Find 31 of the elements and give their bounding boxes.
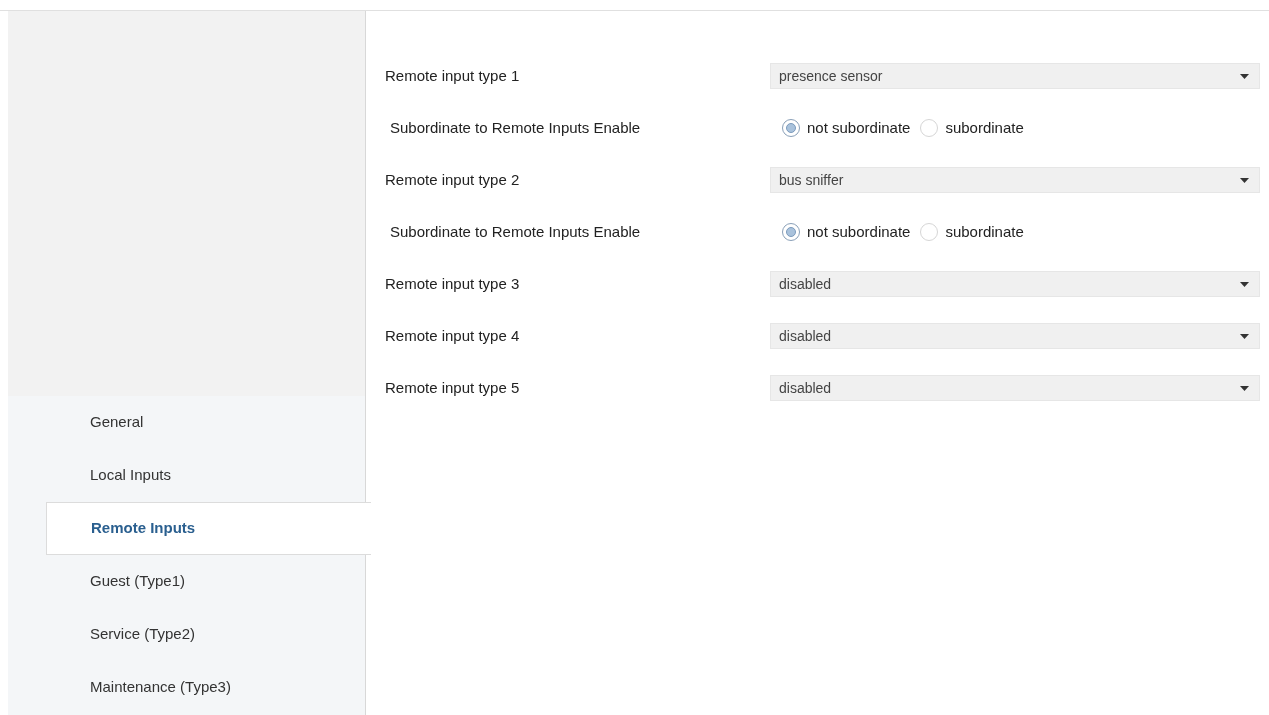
radio-button[interactable] — [920, 119, 939, 137]
dropdown[interactable]: disabled — [770, 375, 1260, 401]
parameter-label: Remote input type 5 — [385, 377, 521, 398]
radio-button[interactable] — [782, 223, 800, 241]
parameter-label: Subordinate to Remote Inputs Enable — [389, 117, 642, 138]
dropdown[interactable]: disabled — [770, 323, 1260, 349]
sidebar-item[interactable]: Service (Type2) — [8, 608, 365, 661]
radio-option[interactable]: subordinate — [920, 116, 1024, 140]
parameter-label: Remote input type 3 — [385, 273, 521, 294]
radio-option[interactable]: subordinate — [920, 220, 1024, 244]
parameter-label: Remote input type 2 — [385, 169, 521, 190]
caret-icon — [1240, 73, 1249, 79]
sidebar-item[interactable]: Local Inputs — [8, 449, 365, 502]
caret-icon — [1240, 385, 1249, 391]
caret-icon — [1240, 281, 1249, 287]
sidebar-item[interactable]: Maintenance (Type3) — [8, 661, 365, 714]
dropdown[interactable]: presence sensor — [770, 63, 1260, 89]
sidebar-item[interactable]: Remote Inputs — [46, 502, 371, 555]
parameter-label: Subordinate to Remote Inputs Enable — [389, 221, 642, 242]
parameter-label: Remote input type 4 — [385, 325, 521, 346]
sidebar-item[interactable]: General — [8, 396, 365, 449]
radio-option[interactable]: not subordinate — [782, 116, 911, 140]
dropdown[interactable]: disabled — [770, 271, 1260, 297]
caret-icon — [1240, 177, 1249, 183]
radio-button[interactable] — [920, 223, 939, 241]
caret-icon — [1240, 333, 1249, 339]
radio-option[interactable]: not subordinate — [782, 220, 911, 244]
radio-button[interactable] — [782, 119, 800, 137]
sidebar-item[interactable]: Guest (Type1) — [8, 555, 365, 608]
parameter-label: Remote input type 1 — [385, 65, 521, 86]
dropdown[interactable]: bus sniffer — [770, 167, 1260, 193]
